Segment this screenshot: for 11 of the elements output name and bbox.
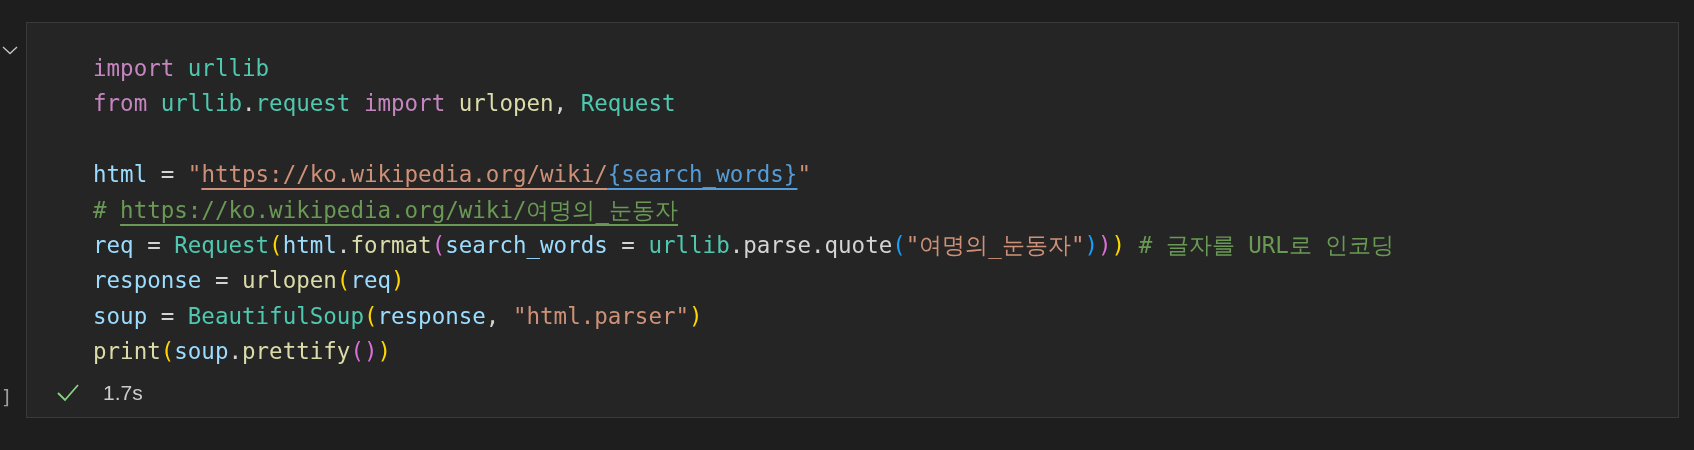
code-line: import urllib (93, 54, 270, 83)
code-line: # https://ko.wikipedia.org/wiki/여명의_눈동자 (93, 195, 679, 226)
code-line: soup = BeautifulSoup(response, "html.parser") (93, 301, 703, 331)
code-line: req = Request(html.format(search_words = urllib.parse.quote("여명의_눈동자"))) # 글자를 URL로 인코딩 (93, 230, 1395, 261)
run-duration: 1.7s (103, 380, 143, 405)
code-line: html = "https://ko.wikipedia.org/wiki/{search_words}" (93, 160, 811, 190)
code-line: print(soup.prettify()) (93, 337, 392, 367)
execution-count: ] (2, 384, 10, 411)
chevron-down-icon[interactable] (2, 45, 18, 55)
code-line: response = urlopen(req) (93, 266, 405, 296)
code-line: from urllib.request import urlopen, Request (93, 89, 676, 119)
